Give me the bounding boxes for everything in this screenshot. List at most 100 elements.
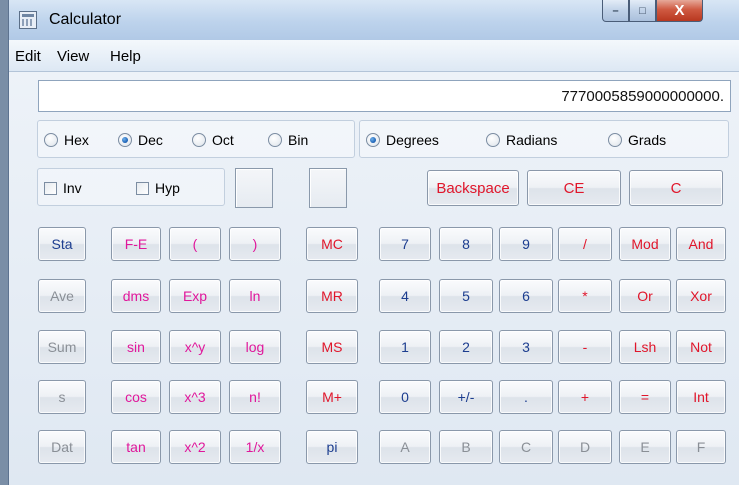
radio-bin-label: Bin xyxy=(288,132,309,148)
sign-toggle-button[interactable]: +/- xyxy=(439,380,493,414)
hex-f-button[interactable]: F xyxy=(676,430,726,464)
s-button[interactable]: s xyxy=(38,380,86,414)
close-icon: X xyxy=(674,2,685,19)
menu-edit[interactable]: Edit xyxy=(15,48,41,65)
parenthesis-indicator xyxy=(235,168,273,208)
x-cubed-button[interactable]: x^3 xyxy=(169,380,221,414)
subtract-button[interactable]: - xyxy=(558,330,612,364)
hex-d-button[interactable]: D xyxy=(558,430,612,464)
radio-bin-dot xyxy=(268,133,282,147)
x-squared-button[interactable]: x^2 xyxy=(169,430,221,464)
radio-hex[interactable]: Hex xyxy=(44,132,89,148)
key-7[interactable]: 7 xyxy=(379,227,431,261)
inv-hyp-group: Inv Hyp xyxy=(37,168,225,206)
lsh-button[interactable]: Lsh xyxy=(619,330,671,364)
x-pow-y-button[interactable]: x^y xyxy=(169,330,221,364)
key-9[interactable]: 9 xyxy=(499,227,553,261)
title-bar[interactable]: Calculator – □ X xyxy=(9,0,739,40)
checkbox-inv-label: Inv xyxy=(63,180,82,196)
number-base-group: Hex Dec Oct Bin xyxy=(37,120,355,158)
add-button[interactable]: + xyxy=(558,380,612,414)
maximize-button[interactable]: □ xyxy=(629,0,656,22)
menu-bar: Edit View Help xyxy=(9,40,739,72)
checkbox-hyp-label: Hyp xyxy=(155,180,180,196)
key-3[interactable]: 3 xyxy=(499,330,553,364)
and-button[interactable]: And xyxy=(676,227,726,261)
radio-grads-dot xyxy=(608,133,622,147)
close-button[interactable]: X xyxy=(656,0,703,22)
radio-dec[interactable]: Dec xyxy=(118,132,163,148)
exp-button[interactable]: Exp xyxy=(169,279,221,313)
radio-hex-dot xyxy=(44,133,58,147)
multiply-button[interactable]: * xyxy=(558,279,612,313)
angle-unit-group: Degrees Radians Grads xyxy=(359,120,729,158)
pi-button[interactable]: pi xyxy=(306,430,358,464)
key-8[interactable]: 8 xyxy=(439,227,493,261)
radio-dec-label: Dec xyxy=(138,132,163,148)
key-5[interactable]: 5 xyxy=(439,279,493,313)
tan-button[interactable]: tan xyxy=(111,430,161,464)
window-controls: – □ X xyxy=(602,0,703,24)
key-1[interactable]: 1 xyxy=(379,330,431,364)
equals-button[interactable]: = xyxy=(619,380,671,414)
radio-grads[interactable]: Grads xyxy=(608,132,666,148)
radio-radians-label: Radians xyxy=(506,132,558,148)
minimize-button[interactable]: – xyxy=(602,0,629,22)
or-button[interactable]: Or xyxy=(619,279,671,313)
mr-button[interactable]: MR xyxy=(306,279,358,313)
log-button[interactable]: log xyxy=(229,330,281,364)
window-title: Calculator xyxy=(49,11,122,28)
hex-b-button[interactable]: B xyxy=(439,430,493,464)
radio-dec-dot xyxy=(118,133,132,147)
radio-bin[interactable]: Bin xyxy=(268,132,308,148)
key-4[interactable]: 4 xyxy=(379,279,431,313)
radio-degrees[interactable]: Degrees xyxy=(366,132,439,148)
f-e-button[interactable]: F-E xyxy=(111,227,161,261)
ave-button[interactable]: Ave xyxy=(38,279,86,313)
radio-oct-label: Oct xyxy=(212,132,234,148)
menu-help[interactable]: Help xyxy=(110,48,141,65)
ms-button[interactable]: MS xyxy=(306,330,358,364)
checkbox-inv-box xyxy=(44,181,57,195)
cos-button[interactable]: cos xyxy=(111,380,161,414)
factorial-button[interactable]: n! xyxy=(229,380,281,414)
reciprocal-button[interactable]: 1/x xyxy=(229,430,281,464)
radio-oct-dot xyxy=(192,133,206,147)
clear-button[interactable]: C xyxy=(629,170,723,206)
calculator-app-icon xyxy=(19,11,37,29)
menu-view[interactable]: View xyxy=(57,48,89,65)
dms-button[interactable]: dms xyxy=(111,279,161,313)
close-paren-button[interactable]: ) xyxy=(229,227,281,261)
radio-radians[interactable]: Radians xyxy=(486,132,557,148)
not-button[interactable]: Not xyxy=(676,330,726,364)
m-plus-button[interactable]: M+ xyxy=(306,380,358,414)
mod-button[interactable]: Mod xyxy=(619,227,671,261)
sum-button[interactable]: Sum xyxy=(38,330,86,364)
open-paren-button[interactable]: ( xyxy=(169,227,221,261)
backspace-button[interactable]: Backspace xyxy=(427,170,519,206)
decimal-button[interactable]: . xyxy=(499,380,553,414)
mc-button[interactable]: MC xyxy=(306,227,358,261)
int-button[interactable]: Int xyxy=(676,380,726,414)
checkbox-hyp[interactable]: Hyp xyxy=(136,180,180,196)
xor-button[interactable]: Xor xyxy=(676,279,726,313)
maximize-icon: □ xyxy=(639,4,646,17)
clear-entry-button[interactable]: CE xyxy=(527,170,621,206)
hex-c-button[interactable]: C xyxy=(499,430,553,464)
key-2[interactable]: 2 xyxy=(439,330,493,364)
radio-degrees-dot xyxy=(366,133,380,147)
key-0[interactable]: 0 xyxy=(379,380,431,414)
checkbox-inv[interactable]: Inv xyxy=(44,180,82,196)
sin-button[interactable]: sin xyxy=(111,330,161,364)
dat-button[interactable]: Dat xyxy=(38,430,86,464)
sta-button[interactable]: Sta xyxy=(38,227,86,261)
radio-radians-dot xyxy=(486,133,500,147)
key-6[interactable]: 6 xyxy=(499,279,553,313)
radio-oct[interactable]: Oct xyxy=(192,132,234,148)
divide-button[interactable]: / xyxy=(558,227,612,261)
hex-a-button[interactable]: A xyxy=(379,430,431,464)
hex-e-button[interactable]: E xyxy=(619,430,671,464)
radio-grads-label: Grads xyxy=(628,132,667,148)
ln-button[interactable]: ln xyxy=(229,279,281,313)
calculator-body: 7770005859000000000. Hex Dec Oct Bin Deg… xyxy=(9,72,739,485)
